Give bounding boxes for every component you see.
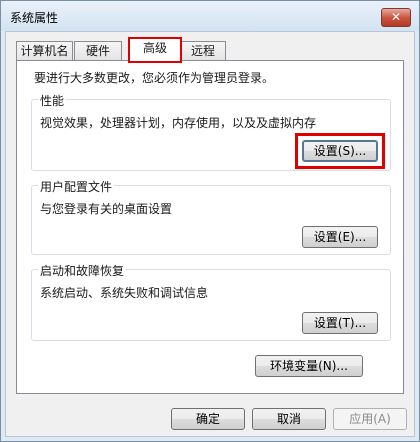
performance-title: 性能 — [38, 92, 67, 109]
startup-recovery-desc: 系统启动、系统失败和调试信息 — [40, 286, 209, 300]
advanced-tab-panel: 要进行大多数更改，您必须作为管理员登录。 性能 视觉效果，处理器计划，内存使用，… — [16, 60, 404, 394]
user-profiles-title: 用户配置文件 — [38, 178, 115, 195]
environment-variables-button[interactable]: 环境变量(N)... — [255, 355, 363, 377]
startup-recovery-title: 启动和故障恢复 — [38, 262, 127, 279]
startup-recovery-settings-button[interactable]: 设置(T)... — [302, 312, 378, 334]
user-profiles-group: 用户配置文件 与您登录有关的桌面设置 设置(E)... — [31, 178, 391, 255]
tab-remote[interactable]: 远程 — [180, 41, 226, 61]
performance-settings-button[interactable]: 设置(S)... — [302, 140, 378, 162]
startup-recovery-group: 启动和故障恢复 系统启动、系统失败和调试信息 设置(T)... — [31, 262, 391, 341]
apply-button[interactable]: 应用(A) — [333, 408, 407, 430]
tab-hardware[interactable]: 硬件 — [74, 41, 122, 61]
tab-computer-name[interactable]: 计算机名 — [16, 41, 73, 61]
title-bar[interactable]: 系统属性 ✕ — [1, 1, 419, 31]
system-properties-window: 系统属性 ✕ 计算机名 硬件 高级 远程 要进行大多数更改，您必须作为管理员登录… — [0, 0, 420, 442]
window-title: 系统属性 — [10, 11, 59, 25]
dialog-client-area: 计算机名 硬件 高级 远程 要进行大多数更改，您必须作为管理员登录。 性能 视觉… — [5, 31, 415, 437]
user-profiles-settings-button[interactable]: 设置(E)... — [302, 226, 378, 248]
ok-button[interactable]: 确定 — [171, 408, 245, 430]
performance-desc: 视觉效果，处理器计划，内存使用，以及及虚拟内存 — [40, 116, 317, 130]
tab-advanced[interactable]: 高级 — [128, 37, 182, 63]
cancel-button[interactable]: 取消 — [252, 408, 326, 430]
admin-notice: 要进行大多数更改，您必须作为管理员登录。 — [34, 71, 275, 85]
user-profiles-desc: 与您登录有关的桌面设置 — [40, 202, 173, 216]
performance-group: 性能 视觉效果，处理器计划，内存使用，以及及虚拟内存 设置(S)... — [31, 92, 391, 171]
close-button[interactable]: ✕ — [381, 8, 411, 27]
